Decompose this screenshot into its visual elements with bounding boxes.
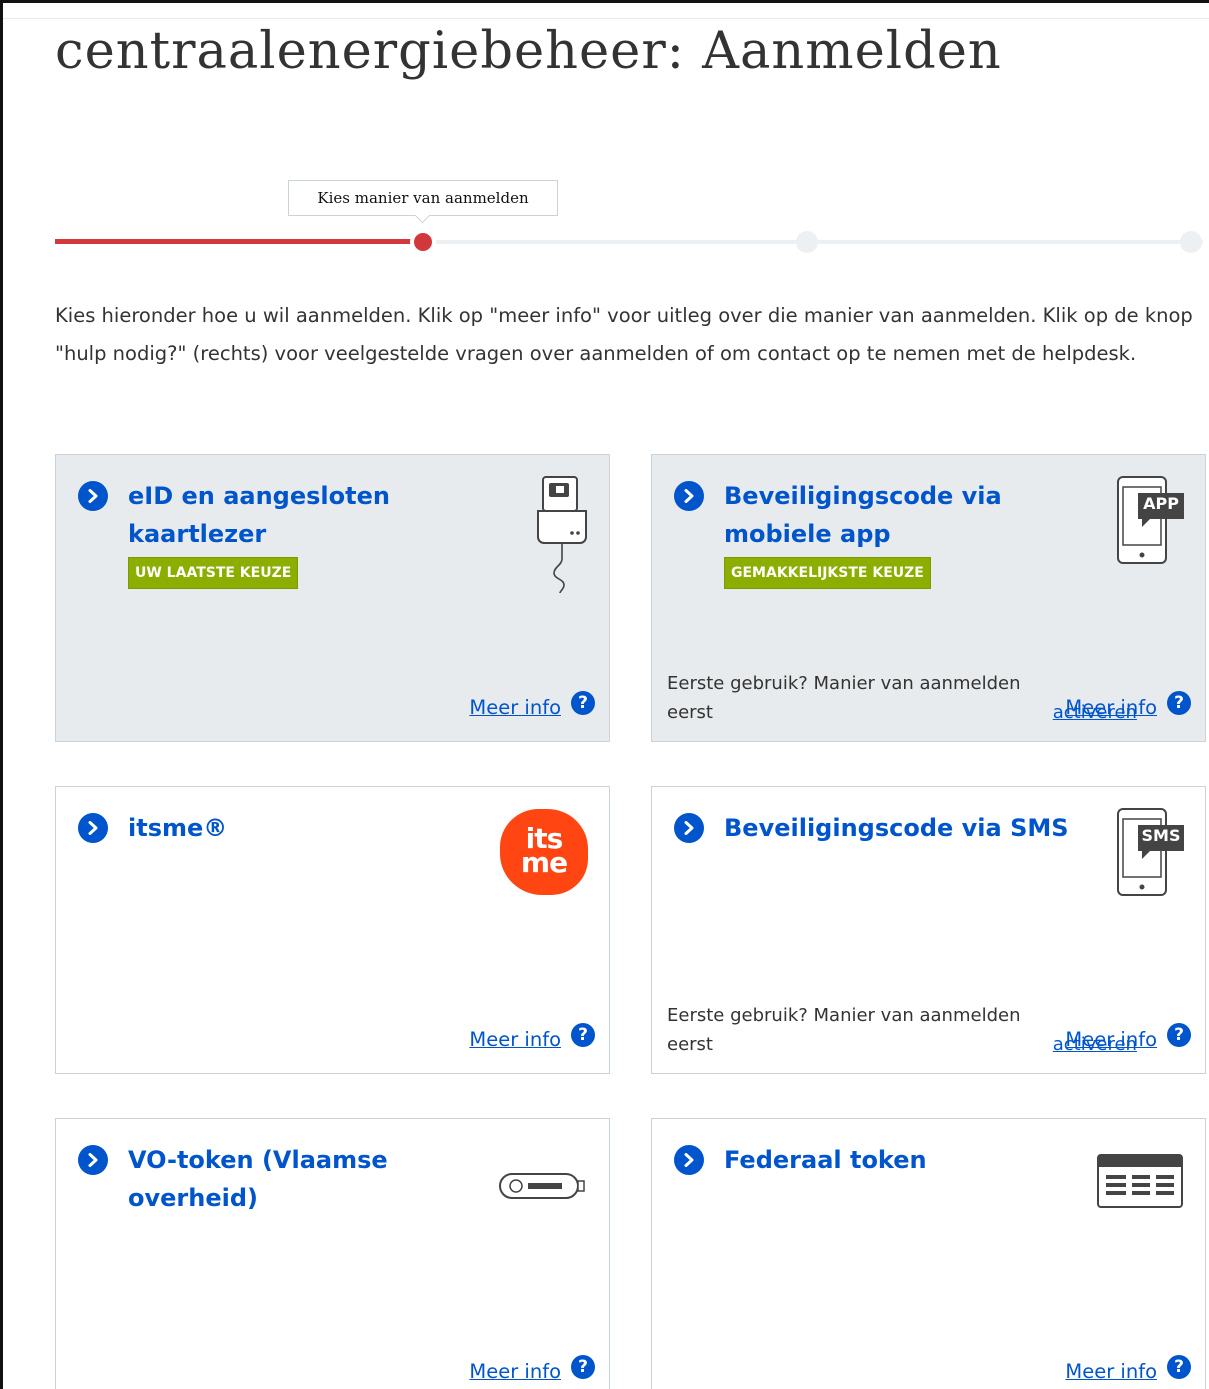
progress-step-1 [411,230,435,254]
help-icon[interactable]: ? [571,1022,595,1047]
meer-info-link[interactable]: Meer info [469,1360,561,1383]
step-tooltip: Kies manier van aanmelden [288,180,558,216]
meer-info[interactable]: Meer info ? [1065,1022,1191,1051]
intro-text: Kies hieronder hoe u wil aanmelden. Klik… [55,304,1193,365]
phone-app-icon: APP [1116,475,1186,567]
help-icon[interactable]: ? [1167,1354,1191,1379]
itsme-logo-me: me [520,846,568,879]
meer-info[interactable]: Meer info ? [1065,690,1191,719]
option-title[interactable]: Beveiligingscode via SMS [724,809,1069,847]
progress-fill [55,239,423,244]
login-option-eid[interactable]: eID en aangesloten kaartlezer UW LAATSTE… [55,454,610,742]
sms-label: SMS [1141,826,1181,845]
easiest-choice-badge: GEMAKKELIJKSTE KEUZE [724,557,931,589]
meer-info-link[interactable]: Meer info [1065,1360,1157,1383]
itsme-logo: its me [500,809,588,895]
chevron-right-icon [674,813,704,843]
page-title: centraalenergiebeheer: Aanmelden [55,22,1002,81]
meer-info[interactable]: Meer info ? [469,1022,595,1051]
login-option-mobile-app[interactable]: Beveiligingscode via mobiele app GEMAKKE… [651,454,1206,742]
login-option-federal-token[interactable]: Federaal token Meer info ? [651,1118,1206,1389]
progress-step-2 [796,231,818,253]
top-divider [3,18,1209,19]
option-title[interactable]: eID en aangesloten kaartlezer [128,477,428,553]
meer-info-link[interactable]: Meer info [469,1028,561,1051]
help-icon[interactable]: ? [1167,690,1191,715]
progress-step-3 [1180,231,1202,253]
meer-info[interactable]: Meer info ? [1065,1354,1191,1383]
option-title[interactable]: itsme® [128,809,227,847]
app-label: APP [1143,494,1179,513]
meer-info-link[interactable]: Meer info [1065,696,1157,719]
meer-info-link[interactable]: Meer info [469,696,561,719]
meer-info-link[interactable]: Meer info [1065,1028,1157,1051]
card-reader-icon [534,475,590,599]
login-option-itsme[interactable]: itsme® its me Meer info ? [55,786,610,1074]
first-use-text: Eerste gebruik? Manier van aanmelden eer… [667,1005,1021,1055]
chevron-right-icon [78,481,108,511]
help-icon[interactable]: ? [571,1354,595,1379]
chevron-right-icon [674,1145,704,1175]
meer-info[interactable]: Meer info ? [469,690,595,719]
chevron-right-icon [674,481,704,511]
help-icon[interactable]: ? [571,690,595,715]
option-title[interactable]: VO-token (Vlaamse overheid) [128,1141,428,1217]
login-option-vo-token[interactable]: VO-token (Vlaamse overheid) Meer info ? [55,1118,610,1389]
phone-sms-icon: SMS [1116,807,1186,899]
chevron-right-icon [78,813,108,843]
chevron-right-icon [78,1145,108,1175]
option-title[interactable]: Federaal token [724,1141,927,1179]
usb-token-icon [498,1171,588,1205]
first-use-text: Eerste gebruik? Manier van aanmelden eer… [667,673,1021,723]
meer-info[interactable]: Meer info ? [469,1354,595,1383]
token-card-icon [1096,1153,1186,1215]
option-title[interactable]: Beveiligingscode via mobiele app [724,477,1084,553]
help-icon[interactable]: ? [1167,1022,1191,1047]
last-choice-badge: UW LAATSTE KEUZE [128,557,299,589]
login-option-sms[interactable]: Beveiligingscode via SMS SMS Eerste gebr… [651,786,1206,1074]
